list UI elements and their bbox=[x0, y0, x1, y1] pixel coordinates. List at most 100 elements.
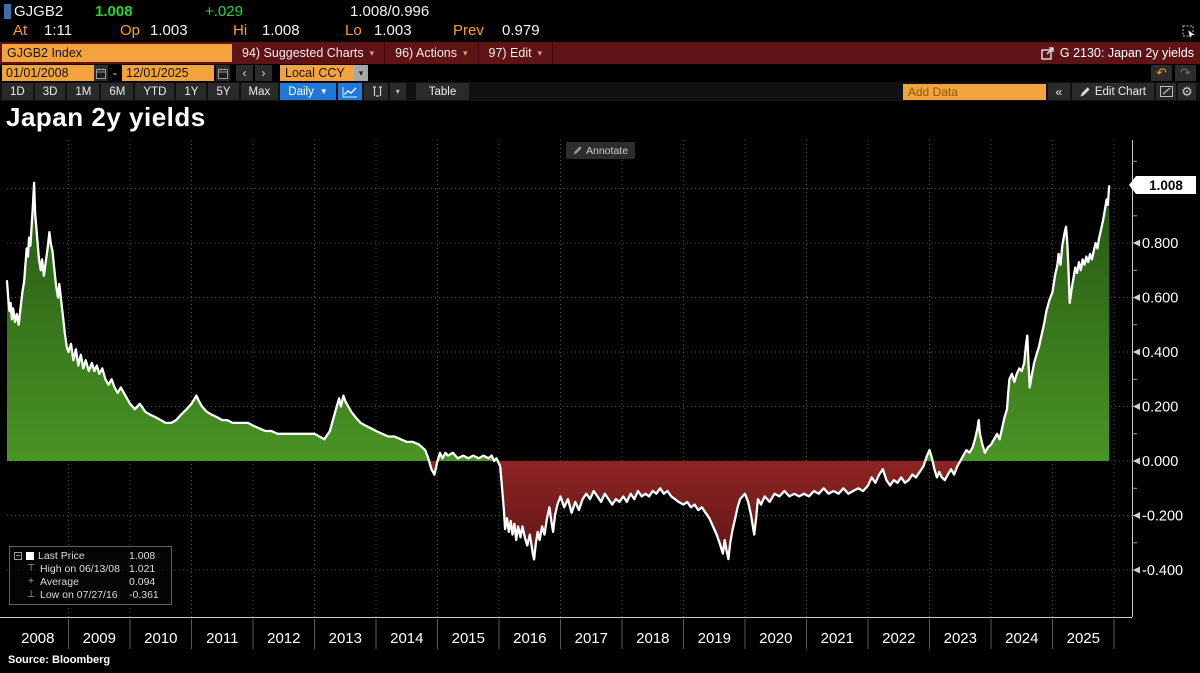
range-3d-button[interactable]: 3D bbox=[35, 83, 66, 100]
page-title: Japan 2y yields bbox=[6, 102, 206, 133]
legend-label: Low on 07/27/16 bbox=[40, 589, 125, 601]
range-1d-button[interactable]: 1D bbox=[2, 83, 33, 100]
x-axis-year-label: 2014 bbox=[390, 630, 423, 647]
currency-select[interactable]: Local CCY bbox=[280, 65, 354, 81]
open-value: 1.003 bbox=[150, 22, 188, 39]
y-major-tick bbox=[1133, 294, 1140, 301]
x-axis-year-label: 2008 bbox=[21, 630, 54, 647]
annotate-label: Annotate bbox=[586, 145, 628, 157]
chevron-down-icon: ▼ bbox=[320, 87, 328, 96]
legend-label: Last Price bbox=[38, 550, 125, 562]
x-axis-year-label: 2020 bbox=[759, 630, 792, 647]
chart-style-dropdown[interactable]: ▾ bbox=[390, 83, 406, 100]
menu-actions[interactable]: 96) Actions ▾ bbox=[385, 42, 478, 64]
end-date-input[interactable]: 12/01/2025 bbox=[122, 65, 214, 81]
gear-icon[interactable]: ⚙ bbox=[1178, 83, 1196, 100]
y-major-tick bbox=[1133, 349, 1140, 356]
legend-value: 1.008 bbox=[129, 550, 167, 562]
edit-chart-label: Edit Chart bbox=[1095, 86, 1146, 98]
frequency-label: Daily bbox=[288, 86, 314, 98]
chart-id-label: G 2130: Japan 2y yields bbox=[1060, 46, 1194, 60]
low-marker-icon: ⊥ bbox=[26, 589, 36, 600]
date-range-separator: - bbox=[113, 66, 117, 80]
date-range-bar: 01/01/2008 - 12/01/2025 ‹ › Local CCY ▾ … bbox=[0, 64, 1200, 82]
region-select-icon[interactable] bbox=[1182, 25, 1196, 39]
y-axis-label: -0.200 bbox=[1142, 509, 1183, 525]
range-1m-button[interactable]: 1M bbox=[67, 83, 99, 100]
annotate-button[interactable]: Annotate bbox=[566, 142, 635, 159]
low-label: Lo bbox=[345, 22, 362, 39]
range-6m-button[interactable]: 6M bbox=[101, 83, 133, 100]
y-axis-label: 0.200 bbox=[1142, 400, 1178, 416]
legend-label: High on 06/13/08 bbox=[40, 563, 125, 575]
next-period-button[interactable]: › bbox=[255, 65, 272, 81]
x-axis-year-label: 2021 bbox=[821, 630, 854, 647]
y-axis-label: 0.400 bbox=[1142, 345, 1178, 361]
last-price-value: 1.008 bbox=[95, 3, 133, 20]
text-cursor-block bbox=[4, 4, 11, 19]
menu-suggested-charts[interactable]: 94) Suggested Charts ▾ bbox=[232, 42, 385, 64]
edit-chart-settings-button[interactable] bbox=[1156, 83, 1176, 100]
legend-collapse-icon[interactable] bbox=[14, 552, 22, 560]
security-search-input[interactable]: GJGB2 Index bbox=[2, 44, 232, 62]
high-label: Hi bbox=[233, 22, 247, 39]
chart-toolbar: 1D 3D 1M 6M YTD 1Y 5Y Max Daily ▼ ▾ Tabl… bbox=[0, 82, 1200, 101]
legend-value: 1.021 bbox=[129, 563, 167, 575]
x-axis-year-label: 2023 bbox=[944, 630, 977, 647]
low-value: 1.003 bbox=[374, 22, 412, 39]
x-axis-year-label: 2015 bbox=[452, 630, 485, 647]
chart-region: 0.8000.6000.4000.2000.000-0.200-0.400200… bbox=[0, 101, 1200, 673]
pencil-icon bbox=[1080, 87, 1090, 97]
pencil-icon bbox=[573, 146, 582, 155]
menu-bar: GJGB2 Index 94) Suggested Charts ▾ 96) A… bbox=[0, 42, 1200, 64]
y-major-tick bbox=[1133, 240, 1140, 247]
prev-label: Prev bbox=[453, 22, 484, 39]
redo-button[interactable]: ↷ bbox=[1175, 65, 1196, 81]
chevron-down-icon[interactable]: ▾ bbox=[354, 65, 368, 81]
calendar-icon[interactable] bbox=[216, 65, 230, 81]
ticker-symbol[interactable]: GJGB2 bbox=[14, 3, 63, 20]
legend-row-last-price: Last Price 1.008 bbox=[14, 549, 167, 562]
prev-value: 0.979 bbox=[502, 22, 540, 39]
at-label: At bbox=[13, 22, 27, 39]
collapse-panel-button[interactable]: « bbox=[1048, 83, 1070, 100]
x-axis-year-label: 2025 bbox=[1067, 630, 1100, 647]
calendar-icon[interactable] bbox=[94, 65, 108, 81]
range-ytd-button[interactable]: YTD bbox=[135, 83, 174, 100]
x-axis-year-label: 2012 bbox=[267, 630, 300, 647]
source-label: Source: Bloomberg bbox=[8, 654, 110, 666]
chart-canvas[interactable]: 0.8000.6000.4000.2000.000-0.200-0.400200… bbox=[0, 101, 1200, 673]
undo-button[interactable]: ↶ bbox=[1151, 65, 1172, 81]
start-date-input[interactable]: 01/01/2008 bbox=[2, 65, 94, 81]
frequency-select[interactable]: Daily ▼ bbox=[280, 83, 335, 100]
line-chart-type-button[interactable] bbox=[338, 83, 362, 100]
range-1y-button[interactable]: 1Y bbox=[176, 83, 206, 100]
x-axis-year-label: 2022 bbox=[882, 630, 915, 647]
range-max-button[interactable]: Max bbox=[241, 83, 279, 100]
x-axis-year-label: 2018 bbox=[636, 630, 669, 647]
chart-id-area[interactable]: G 2130: Japan 2y yields bbox=[1041, 46, 1200, 60]
chart-legend[interactable]: Last Price 1.008 ⊤ High on 06/13/08 1.02… bbox=[9, 546, 172, 605]
high-low-bars-icon bbox=[369, 85, 383, 98]
last-price-axis-tag: 1.008 bbox=[1136, 176, 1196, 194]
edit-chart-button[interactable]: Edit Chart bbox=[1072, 83, 1154, 100]
x-axis-year-label: 2011 bbox=[206, 630, 238, 647]
y-axis-label: 0.800 bbox=[1142, 236, 1178, 252]
high-marker-icon: ⊤ bbox=[26, 563, 36, 574]
menu-edit-label: 97) Edit bbox=[489, 42, 532, 64]
bar-style-button[interactable] bbox=[364, 83, 388, 100]
table-button[interactable]: Table bbox=[416, 83, 470, 100]
legend-row-high: ⊤ High on 06/13/08 1.021 bbox=[14, 562, 167, 575]
chart-edit-icon bbox=[1160, 86, 1173, 97]
prev-period-button[interactable]: ‹ bbox=[236, 65, 253, 81]
legend-value: -0.361 bbox=[129, 589, 167, 601]
x-axis-year-label: 2024 bbox=[1005, 630, 1038, 647]
menu-edit[interactable]: 97) Edit ▾ bbox=[479, 42, 554, 64]
range-5y-button[interactable]: 5Y bbox=[208, 83, 238, 100]
y-axis-label: 0.600 bbox=[1142, 291, 1178, 307]
chevron-down-icon: ▾ bbox=[463, 42, 468, 64]
add-data-input[interactable]: Add Data bbox=[903, 84, 1046, 100]
x-axis-year-label: 2013 bbox=[329, 630, 362, 647]
at-value: 1:11 bbox=[44, 22, 72, 39]
y-axis-label: 0.000 bbox=[1142, 454, 1178, 470]
